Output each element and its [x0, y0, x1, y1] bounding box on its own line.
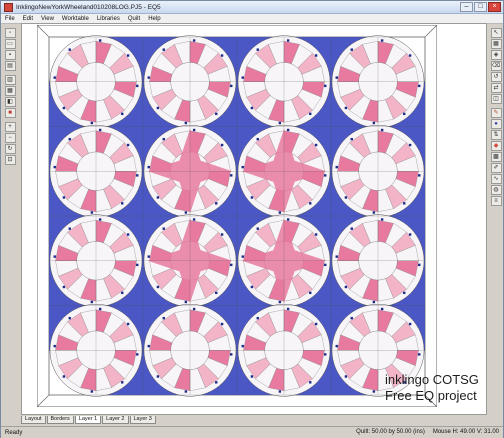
tab-layout[interactable]: Layout	[21, 416, 46, 424]
status-quilt-size: Quilt: 50.00 by 50.00 (ins)	[356, 429, 425, 435]
menu-quilt[interactable]: Quilt	[124, 16, 144, 22]
watermark-line-2: Free EQ project	[385, 388, 477, 403]
tab-layer-1[interactable]: Layer 1	[74, 416, 102, 424]
refresh-icon[interactable]: ↻	[4, 144, 16, 154]
window-controls: – □ ×	[460, 2, 501, 12]
status-bar: Ready Quilt: 50.00 by 50.00 (ins) Mouse …	[1, 426, 503, 438]
layer-tabs: Layout Borders Layer 1 Layer 2 Layer 3	[21, 416, 487, 424]
menu-file[interactable]: File	[1, 16, 19, 22]
rotate-icon[interactable]: ↺	[490, 72, 502, 82]
stencil-icon[interactable]: ◍	[490, 185, 502, 195]
fabric-icon[interactable]: ▩	[490, 152, 502, 162]
menu-help[interactable]: Help	[144, 16, 164, 22]
set-block-icon[interactable]: ▦	[490, 39, 502, 49]
tab-layer-3[interactable]: Layer 3	[129, 416, 156, 424]
tab-borders[interactable]: Borders	[46, 416, 74, 424]
minimize-button[interactable]: –	[460, 2, 473, 12]
set-applique-icon[interactable]: ◈	[490, 50, 502, 60]
flip-icon[interactable]: ⇄	[490, 83, 502, 93]
color-icon[interactable]: ◆	[490, 141, 502, 151]
fit-icon[interactable]: ⊡	[4, 155, 16, 165]
zoom-out-icon[interactable]: −	[4, 133, 16, 143]
watermark-line-1: inklingo COTSG	[385, 372, 479, 387]
title-bar: InklingoNewYorkWheeland010208LOG.PJ5 - E…	[1, 1, 503, 14]
status-mouse: Mouse H: 49.00 V: 31.00	[432, 429, 499, 435]
erase-icon[interactable]: ⌫	[490, 61, 502, 71]
window-title: InklingoNewYorkWheeland010208LOG.PJ5 - E…	[16, 3, 161, 11]
worktable-icon[interactable]: ◧	[4, 97, 16, 107]
sketchbook-icon[interactable]: ▥	[4, 75, 16, 85]
menu-view[interactable]: View	[37, 16, 58, 22]
symmetry-icon[interactable]: ◫	[490, 94, 502, 104]
save-icon[interactable]: ▪	[4, 50, 16, 60]
open-icon[interactable]: ▭	[4, 39, 16, 49]
left-toolbar: ▫ ▭ ▪ ▤ ▥ ▦ ◧ ■ + − ↻ ⊡	[3, 27, 17, 165]
paintbrush-icon[interactable]: ✎	[490, 108, 502, 118]
tab-layer-2[interactable]: Layer 2	[102, 416, 129, 424]
close-button[interactable]: ×	[488, 2, 501, 12]
adjust-icon[interactable]: ≡	[490, 196, 502, 206]
menu-libraries[interactable]: Libraries	[93, 16, 124, 22]
eyedropper-icon[interactable]: ✐	[490, 163, 502, 173]
menu-worktable[interactable]: Worktable	[58, 16, 93, 22]
app-icon	[4, 2, 13, 12]
watermark-text: inklingo COTSG Free EQ project	[385, 372, 497, 404]
app-window: InklingoNewYorkWheeland010208LOG.PJ5 - E…	[0, 0, 504, 438]
status-left: Ready	[5, 429, 23, 436]
menu-edit[interactable]: Edit	[19, 16, 37, 22]
right-toolbar: ↖ ▦ ◈ ⌫ ↺ ⇄ ◫ ✎ ● ⇅ ◆ ▩ ✐ ∿ ◍ ≡	[489, 27, 503, 206]
print-icon[interactable]: ▤	[4, 61, 16, 71]
swap-icon[interactable]: ⇅	[490, 130, 502, 140]
thread-icon[interactable]: ∿	[490, 174, 502, 184]
quilt-design[interactable]	[36, 24, 438, 408]
maximize-button[interactable]: □	[474, 2, 487, 12]
spraycan-icon[interactable]: ●	[490, 119, 502, 129]
fabric-icon[interactable]: ■	[4, 108, 16, 118]
zoom-in-icon[interactable]: +	[4, 122, 16, 132]
pick-icon[interactable]: ↖	[490, 28, 502, 38]
quilt-svg	[36, 24, 438, 408]
library-icon[interactable]: ▦	[4, 86, 16, 96]
new-icon[interactable]: ▫	[4, 28, 16, 38]
